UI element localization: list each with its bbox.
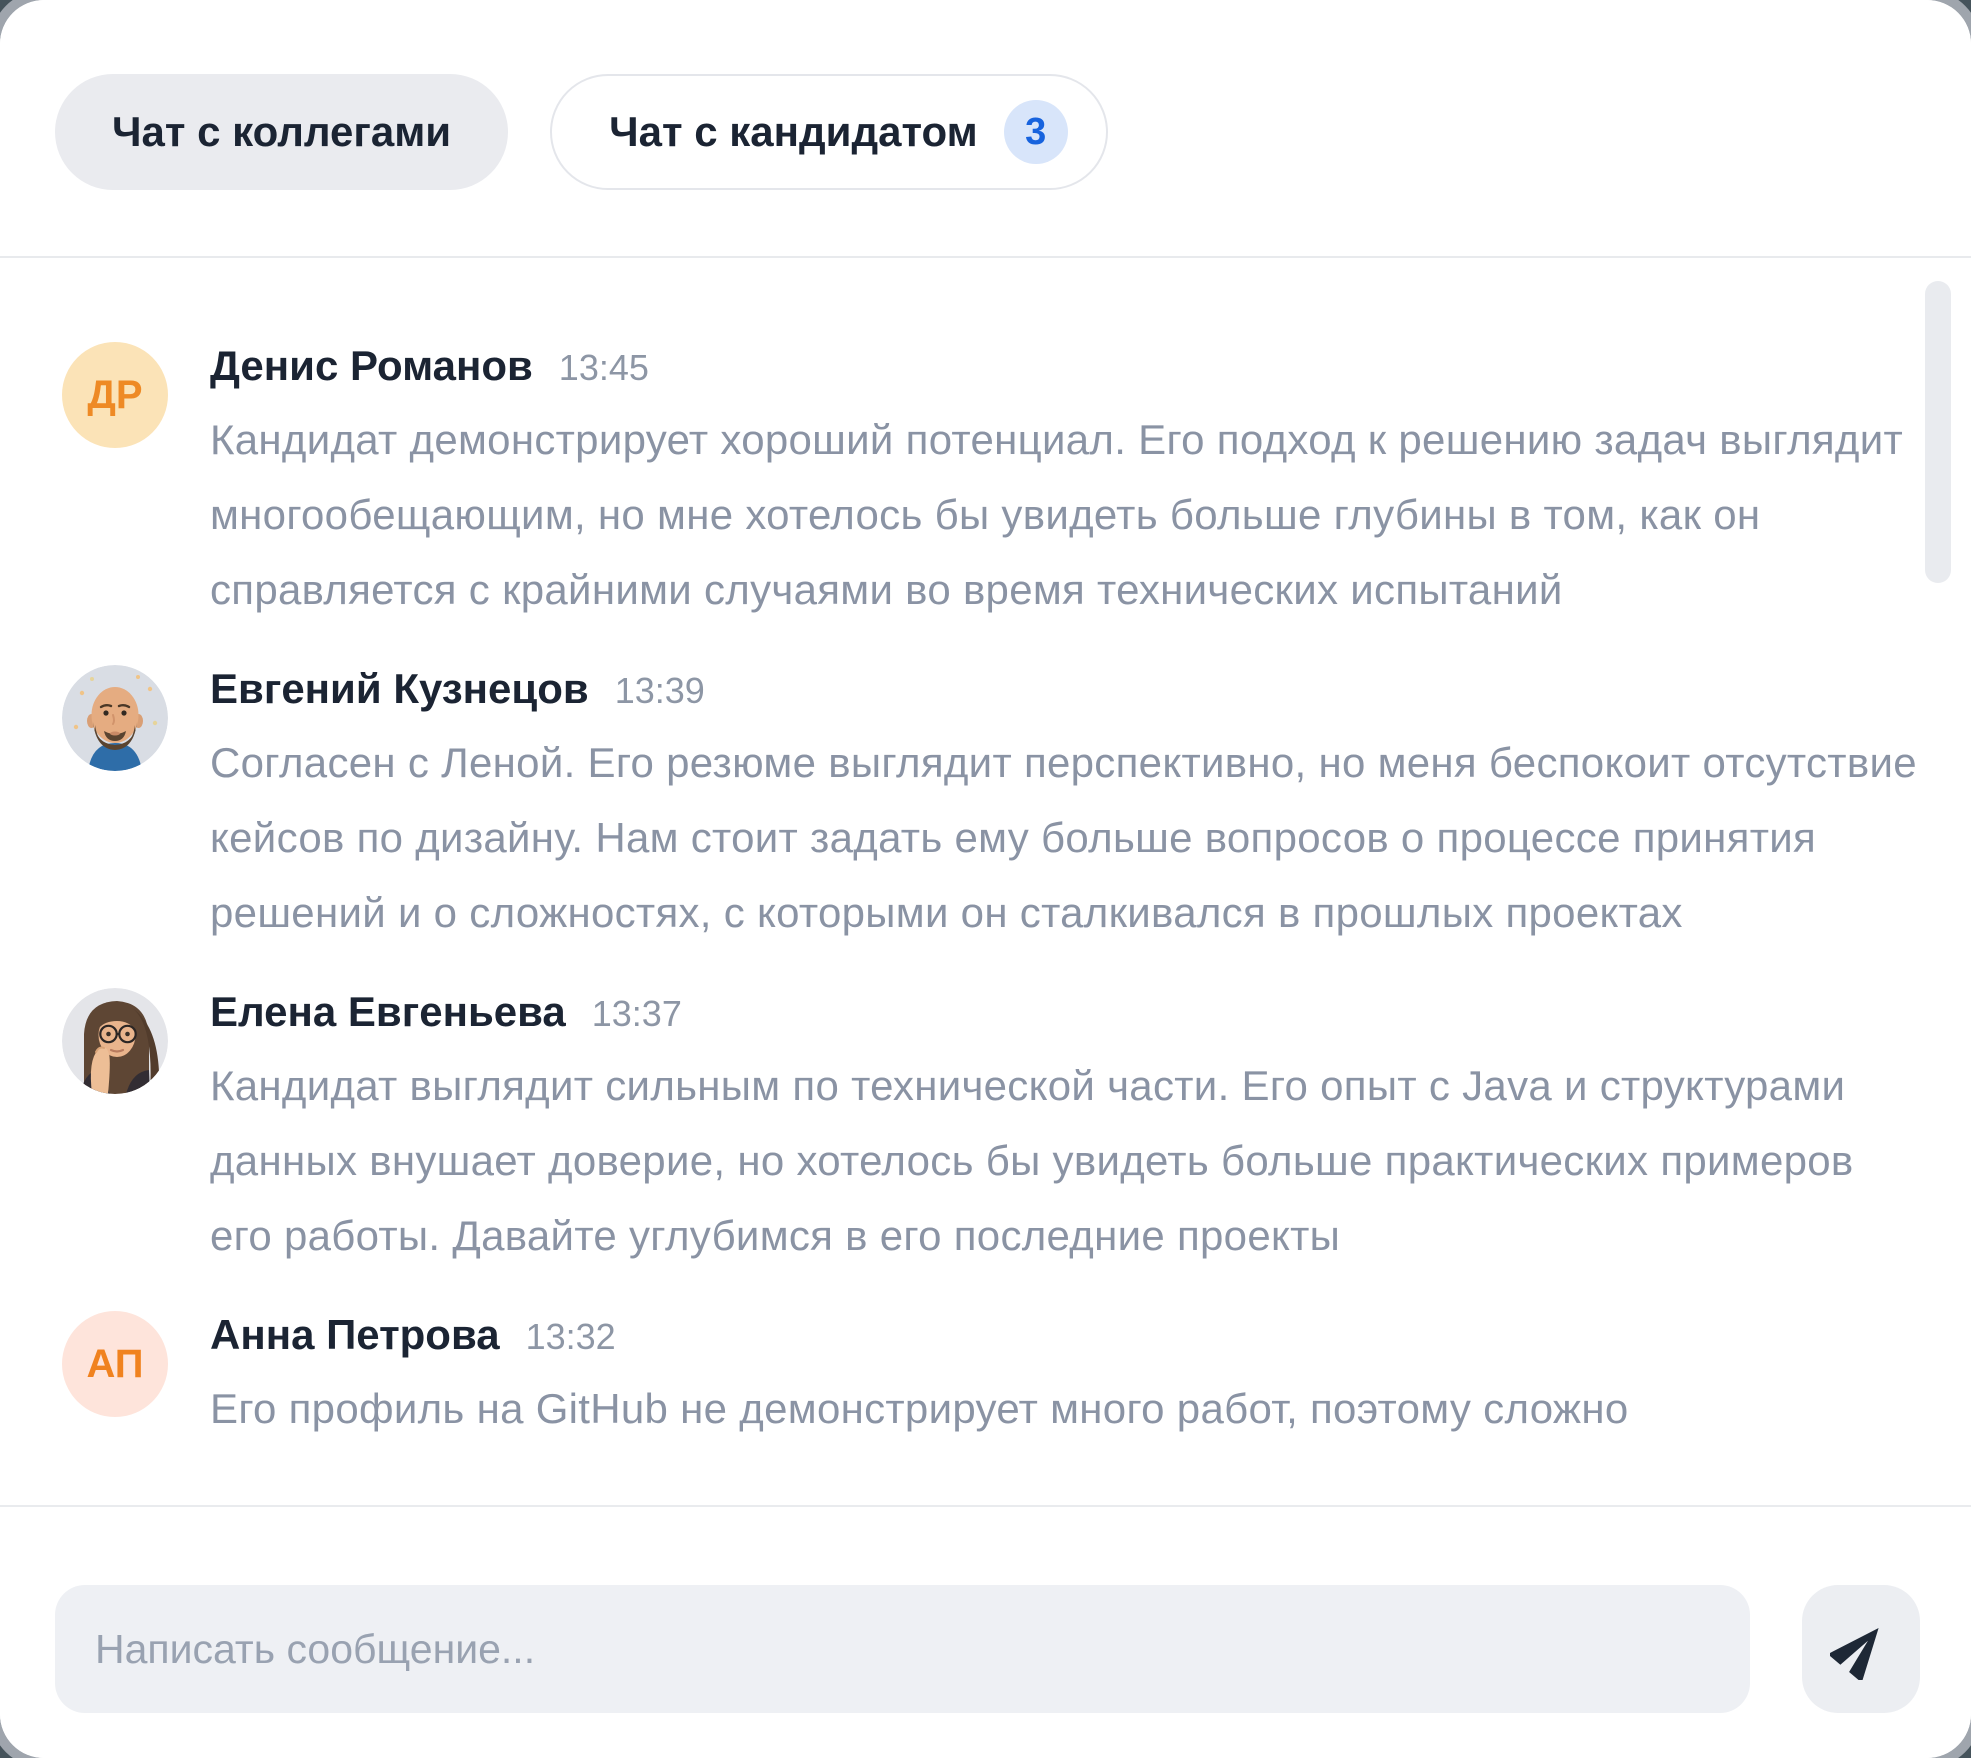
tab-label: Чат с кандидатом (609, 108, 978, 156)
avatar-photo (62, 665, 168, 771)
message-time: 13:37 (592, 993, 682, 1035)
message-time: 13:45 (559, 347, 649, 389)
message-list: ДР Денис Романов 13:45 Кандидат демонстр… (0, 258, 1971, 1505)
avatar-initials-text: ДР (87, 373, 142, 418)
message-row: Елена Евгеньева 13:37 Кандидат выглядит … (62, 988, 1921, 1273)
message-time: 13:39 (615, 670, 705, 712)
woman-photo-icon (62, 988, 168, 1094)
tab-chat-colleagues[interactable]: Чат с коллегами (55, 74, 508, 190)
tab-chat-candidate[interactable]: Чат с кандидатом 3 (550, 74, 1108, 190)
sender-name: Елена Евгеньева (210, 988, 566, 1036)
message-text: Согласен с Леной. Его резюме выглядит пе… (210, 725, 1921, 950)
scrollbar-thumb[interactable] (1925, 281, 1951, 583)
avatar-initials: АП (62, 1311, 168, 1417)
message-row: АП Анна Петрова 13:32 Его профиль на Git… (62, 1311, 1921, 1446)
chat-tabs-header: Чат с коллегами Чат с кандидатом 3 (0, 0, 1971, 258)
avatar-initials: ДР (62, 342, 168, 448)
send-button[interactable] (1802, 1585, 1920, 1713)
message-row: ДР Денис Романов 13:45 Кандидат демонстр… (62, 342, 1921, 627)
paper-plane-icon (1830, 1618, 1892, 1680)
message-input[interactable] (55, 1585, 1750, 1713)
message-text: Его профиль на GitHub не демонстрирует м… (210, 1371, 1921, 1446)
message-time: 13:32 (526, 1316, 616, 1358)
avatar-photo (62, 988, 168, 1094)
sender-name: Анна Петрова (210, 1311, 500, 1359)
composer-bar (0, 1505, 1971, 1758)
tab-label: Чат с коллегами (112, 108, 451, 156)
sender-name: Евгений Кузнецов (210, 665, 589, 713)
chat-panel: Чат с коллегами Чат с кандидатом 3 ДР Де… (0, 0, 1971, 1758)
message-row: Евгений Кузнецов 13:39 Согласен с Леной.… (62, 665, 1921, 950)
man-photo-icon (62, 665, 168, 771)
message-text: Кандидат демонстрирует хороший потенциал… (210, 402, 1921, 627)
unread-count-badge: 3 (1004, 100, 1068, 164)
message-text: Кандидат выглядит сильным по технической… (210, 1048, 1921, 1273)
sender-name: Денис Романов (210, 342, 533, 390)
avatar-initials-text: АП (86, 1342, 143, 1387)
